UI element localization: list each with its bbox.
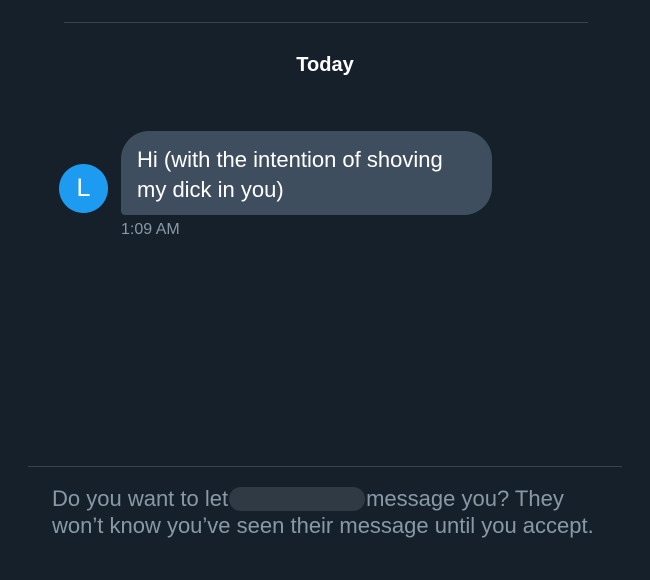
- message-timestamp: 1:09 AM: [121, 221, 180, 238]
- avatar[interactable]: L: [59, 164, 108, 213]
- redacted-username: [229, 487, 366, 511]
- top-divider: [64, 22, 588, 23]
- message-text: Hi (with the intention of shoving my dic…: [137, 147, 443, 202]
- message-bubble[interactable]: Hi (with the intention of shoving my dic…: [121, 131, 492, 215]
- avatar-initial: L: [76, 174, 91, 202]
- message-request-prompt: Do you want to let message you? They won’…: [52, 485, 612, 539]
- bottom-divider: [28, 466, 622, 467]
- request-text-start: Do you want to let: [52, 486, 229, 511]
- date-separator: Today: [296, 54, 354, 76]
